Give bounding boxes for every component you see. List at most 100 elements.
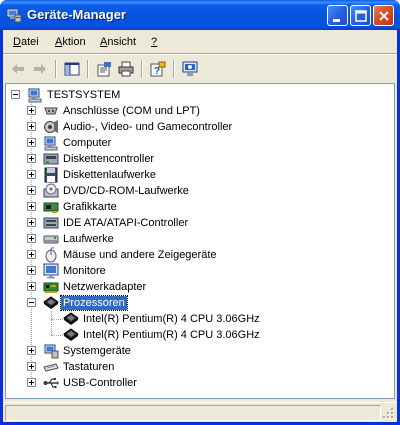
forward-arrow-icon bbox=[34, 64, 46, 74]
expand-plus-icon[interactable] bbox=[27, 378, 36, 387]
tree-node-diskettencontroller[interactable]: Diskettencontroller bbox=[6, 151, 386, 167]
tree-node-dvd-cd-rom-laufwerke[interactable]: DVD/CD-ROM-Laufwerke bbox=[6, 183, 386, 199]
expand-plus-icon[interactable] bbox=[27, 250, 36, 259]
menu-datei[interactable]: Datei bbox=[13, 36, 39, 48]
svg-text:?: ? bbox=[154, 66, 160, 77]
processor-icon bbox=[43, 295, 59, 311]
device-tree[interactable]: TESTSYSTEM Anschlüsse (COM und LPT) Audio-… bbox=[5, 83, 395, 399]
close-button[interactable] bbox=[373, 5, 394, 26]
tree-item-label: IDE ATA/ATAPI-Controller bbox=[63, 217, 189, 229]
maximize-button[interactable] bbox=[350, 5, 371, 26]
processor-icon bbox=[63, 311, 79, 327]
menu-ansicht[interactable]: Ansicht bbox=[100, 36, 136, 48]
expand-plus-icon[interactable] bbox=[27, 202, 36, 211]
expand-plus-icon[interactable] bbox=[27, 282, 36, 291]
tree-node-systemgeräte[interactable]: Systemgeräte bbox=[6, 343, 386, 359]
tree-node-monitore[interactable]: Monitore bbox=[6, 263, 386, 279]
menu-aktion[interactable]: Aktion bbox=[55, 36, 86, 48]
tree-node-computer[interactable]: Computer bbox=[6, 135, 386, 151]
resize-grip-icon[interactable] bbox=[383, 408, 395, 420]
tree-item-label: Laufwerke bbox=[63, 233, 114, 245]
tree-node-ide-ata-atapi-controller[interactable]: IDE ATA/ATAPI-Controller bbox=[6, 215, 386, 231]
port-icon bbox=[43, 103, 59, 119]
tree-item-label: Diskettencontroller bbox=[63, 153, 155, 165]
tree-item-label: Prozessoren bbox=[60, 295, 128, 311]
tree-item-label: Grafikkarte bbox=[63, 201, 117, 213]
title-bar[interactable]: Geräte-Manager bbox=[0, 0, 400, 30]
cdrom-icon bbox=[43, 183, 59, 199]
processor-icon bbox=[63, 327, 79, 343]
minimize-button[interactable] bbox=[327, 5, 348, 26]
tree-node-grafikkarte[interactable]: Grafikkarte bbox=[6, 199, 386, 215]
tree-item-label: Netzwerkadapter bbox=[63, 281, 147, 293]
tree-node-laufwerke[interactable]: Laufwerke bbox=[6, 231, 386, 247]
network-adapter-icon bbox=[43, 279, 59, 295]
forward-button[interactable] bbox=[29, 58, 51, 80]
collapse-minus-icon[interactable] bbox=[11, 90, 20, 99]
computer-icon bbox=[27, 87, 43, 103]
device-manager-icon bbox=[6, 7, 22, 23]
tree-leaf-processor[interactable]: Intel(R) Pentium(R) 4 CPU 3.06GHz bbox=[6, 327, 386, 343]
device-manager-window: Geräte-Manager Datei Aktion Ansicht ? ? … bbox=[0, 0, 400, 425]
floppy-controller-icon bbox=[43, 151, 59, 167]
menu-help[interactable]: ? bbox=[151, 36, 157, 48]
tree-node-prozessoren[interactable]: Prozessoren bbox=[6, 295, 386, 311]
scan-hardware-icon bbox=[182, 61, 198, 76]
expand-plus-icon[interactable] bbox=[27, 154, 36, 163]
tree-node-usb-controller[interactable]: USB-Controller bbox=[6, 375, 386, 391]
tree-item-label: TESTSYSTEM bbox=[47, 89, 121, 101]
tree-item-label: Diskettenlaufwerke bbox=[63, 169, 156, 181]
tree-item-label: Systemgeräte bbox=[63, 345, 131, 357]
tree-item-label: Mäuse und andere Zeigegeräte bbox=[63, 249, 217, 261]
display-adapter-icon bbox=[43, 199, 59, 215]
show-hide-tree-icon bbox=[64, 62, 80, 76]
expand-plus-icon[interactable] bbox=[27, 346, 36, 355]
expand-plus-icon[interactable] bbox=[27, 170, 36, 179]
floppy-drive-icon bbox=[43, 167, 59, 183]
expand-plus-icon[interactable] bbox=[27, 186, 36, 195]
tree-node-anschlüsse-com-und-lpt[interactable]: Anschlüsse (COM und LPT) bbox=[6, 103, 386, 119]
scan-hardware-button[interactable] bbox=[179, 58, 201, 80]
tree-node-tastaturen[interactable]: Tastaturen bbox=[6, 359, 386, 375]
tree-item-label: Monitore bbox=[63, 265, 106, 277]
back-button[interactable] bbox=[7, 58, 29, 80]
keyboard-icon bbox=[43, 359, 59, 375]
tree-node-mäuse-und-andere-zeigegeräte[interactable]: Mäuse und andere Zeigegeräte bbox=[6, 247, 386, 263]
window-title: Geräte-Manager bbox=[27, 7, 126, 22]
menu-bar: Datei Aktion Ansicht ? bbox=[3, 31, 397, 53]
computer-icon bbox=[43, 135, 59, 151]
expand-plus-icon[interactable] bbox=[27, 122, 36, 131]
tree-root[interactable]: TESTSYSTEM bbox=[6, 87, 386, 103]
tree-node-netzwerkadapter[interactable]: Netzwerkadapter bbox=[6, 279, 386, 295]
tree-node-audio-video-und-gamecontroller[interactable]: Audio-, Video- und Gamecontroller bbox=[6, 119, 386, 135]
tree-item-label: Anschlüsse (COM und LPT) bbox=[63, 105, 200, 117]
menu-separator bbox=[3, 53, 397, 55]
show-hide-tree-button[interactable] bbox=[61, 58, 83, 80]
properties-button[interactable] bbox=[93, 58, 115, 80]
hard-disk-icon bbox=[43, 231, 59, 247]
expand-plus-icon[interactable] bbox=[27, 106, 36, 115]
window-client-area: Datei Aktion Ansicht ? ? TESTSYSTEM Ansc… bbox=[3, 30, 397, 422]
expand-plus-icon[interactable] bbox=[27, 266, 36, 275]
system-devices-icon bbox=[43, 343, 59, 359]
status-bar bbox=[3, 402, 397, 422]
ide-controller-icon bbox=[43, 215, 59, 231]
tree-node-diskettenlaufwerke[interactable]: Diskettenlaufwerke bbox=[6, 167, 386, 183]
properties-icon bbox=[97, 62, 111, 77]
monitor-icon bbox=[43, 263, 59, 279]
close-icon bbox=[379, 11, 389, 21]
mouse-icon bbox=[43, 247, 59, 263]
expand-plus-icon[interactable] bbox=[27, 362, 36, 371]
help-icon: ? bbox=[150, 61, 166, 77]
expand-plus-icon[interactable] bbox=[27, 218, 36, 227]
print-icon bbox=[118, 61, 134, 77]
expand-plus-icon[interactable] bbox=[27, 138, 36, 147]
expand-plus-icon[interactable] bbox=[27, 234, 36, 243]
collapse-minus-icon[interactable] bbox=[27, 298, 36, 307]
tree-item-label: Computer bbox=[63, 137, 112, 149]
print-button[interactable] bbox=[115, 58, 137, 80]
tree-item-label: Tastaturen bbox=[63, 361, 115, 373]
audio-icon bbox=[43, 119, 59, 135]
tree-leaf-processor[interactable]: Intel(R) Pentium(R) 4 CPU 3.06GHz bbox=[6, 311, 386, 327]
help-button[interactable]: ? bbox=[147, 58, 169, 80]
